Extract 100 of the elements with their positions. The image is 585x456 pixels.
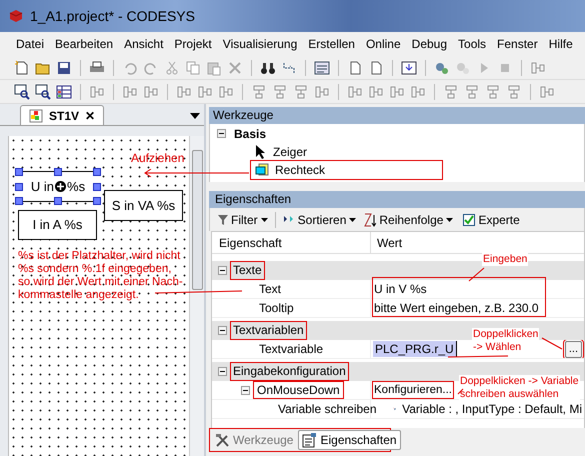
property-sheet-icon bbox=[302, 432, 318, 448]
menu-item[interactable]: Visualisierung bbox=[222, 35, 298, 53]
annotation-text: %s ist der Platzhalter, wird nicht %s sondern %.1f eingegeben, so wird der Wert mit einer Nach- kommastelle angezeigt. bbox=[18, 250, 183, 302]
menu-item[interactable]: Tools bbox=[458, 35, 486, 53]
expert-checkbox[interactable] bbox=[463, 214, 476, 226]
pointer-icon bbox=[255, 145, 267, 159]
rectangle-icon bbox=[255, 163, 269, 177]
text-rectangle[interactable]: I in A %s bbox=[18, 210, 97, 240]
download-icon[interactable] bbox=[401, 60, 417, 76]
align-icon[interactable] bbox=[530, 60, 546, 76]
scrollbar[interactable] bbox=[189, 136, 204, 456]
annotation-callout: Doppelklicken -> Variable schreiben auswählen bbox=[459, 375, 580, 401]
property-value[interactable]: U in V %s bbox=[373, 280, 427, 298]
annotation-callout: Eingeben bbox=[482, 253, 528, 266]
property-name: Variable schreiben bbox=[277, 401, 378, 417]
collapse-icon[interactable] bbox=[218, 367, 227, 376]
resize-handle[interactable] bbox=[54, 168, 62, 176]
align-icon[interactable] bbox=[539, 84, 555, 100]
cross-icon[interactable] bbox=[227, 60, 243, 76]
collapse-icon[interactable] bbox=[217, 129, 226, 138]
property-value: Variable : , InputType : Default, Mi bbox=[402, 401, 582, 418]
menu-item[interactable]: Online bbox=[366, 35, 401, 53]
group-label[interactable]: Texte bbox=[231, 262, 264, 279]
app-icon bbox=[8, 9, 24, 23]
filter-icon bbox=[218, 214, 228, 224]
menu-item[interactable]: Fenster bbox=[497, 35, 538, 53]
menu-item[interactable]: Bearbeiten bbox=[55, 35, 114, 53]
sort-order-icon bbox=[364, 212, 376, 226]
editor-tab[interactable]: ST1V ✕ bbox=[20, 105, 104, 125]
property-name: Text bbox=[258, 281, 282, 297]
zoom-icon[interactable] bbox=[14, 84, 30, 100]
align-icon[interactable] bbox=[347, 84, 363, 100]
property-name: Textvariable bbox=[258, 341, 324, 357]
collapse-icon[interactable] bbox=[218, 266, 227, 275]
align-icon[interactable] bbox=[389, 84, 405, 100]
menu-item[interactable]: Projekt bbox=[174, 35, 212, 53]
panel-header: Eigenschaften bbox=[209, 191, 585, 208]
tool-item[interactable]: Zeiger bbox=[251, 143, 442, 161]
panel-tab[interactable]: Werkzeuge bbox=[212, 430, 296, 450]
close-icon[interactable]: ✕ bbox=[85, 106, 96, 124]
property-name: Tooltip bbox=[258, 300, 295, 316]
collapse-icon[interactable] bbox=[241, 386, 250, 394]
menu-item[interactable]: Debug bbox=[412, 35, 448, 53]
column-header[interactable]: Eigenschaft bbox=[212, 232, 371, 254]
sort-dropdown[interactable]: Sortieren bbox=[282, 210, 356, 228]
element-text: U in bbox=[30, 178, 54, 196]
menu-item[interactable]: Ansicht bbox=[124, 35, 164, 53]
align-vertical-icon[interactable] bbox=[485, 84, 501, 100]
resize-handle[interactable] bbox=[54, 197, 62, 205]
checkbox-label: Experte bbox=[478, 212, 520, 228]
menu-item[interactable]: Datei bbox=[16, 35, 44, 53]
property-name: OnMouseDown bbox=[254, 382, 343, 398]
align-vertical-icon[interactable] bbox=[272, 84, 288, 100]
copy-icon[interactable] bbox=[185, 60, 201, 76]
collapse-icon[interactable] bbox=[218, 326, 227, 335]
property-value[interactable]: bitte Wert eingeben, z.B. 230.0 bbox=[373, 299, 539, 317]
window-title: 1_A1.project* - CODESYS bbox=[30, 6, 195, 26]
clipboard-icon[interactable] bbox=[314, 60, 330, 76]
panel-tab[interactable]: Eigenschaften bbox=[298, 430, 401, 450]
menu-item[interactable]: Erstellen bbox=[308, 35, 355, 53]
panel-header: Werkzeuge bbox=[209, 107, 585, 124]
zoom-icon[interactable] bbox=[35, 84, 51, 100]
text-rectangle[interactable]: S in VA %s bbox=[104, 190, 183, 221]
new-file-icon[interactable] bbox=[14, 60, 30, 76]
align-icon[interactable] bbox=[218, 84, 234, 100]
column-header[interactable]: Wert bbox=[371, 232, 584, 254]
browse-button[interactable]: ... bbox=[564, 340, 582, 358]
caret-icon[interactable] bbox=[446, 218, 454, 222]
group-label[interactable]: Basis bbox=[234, 124, 266, 142]
table-icon[interactable] bbox=[56, 84, 72, 100]
order-dropdown[interactable]: Reihenfolge bbox=[364, 210, 454, 228]
save-icon[interactable] bbox=[56, 60, 72, 76]
align-vertical-icon[interactable] bbox=[293, 84, 309, 100]
group-label[interactable]: Textvariablen bbox=[231, 322, 306, 339]
element-text: %s bbox=[67, 178, 86, 196]
caret-icon[interactable] bbox=[260, 218, 268, 222]
filter-dropdown[interactable]: Filter bbox=[218, 210, 268, 228]
align-icon[interactable] bbox=[176, 84, 192, 100]
property-value[interactable]: PLC_PRG.r_U bbox=[373, 341, 457, 357]
visualization-icon bbox=[29, 108, 43, 122]
align-icon[interactable] bbox=[122, 84, 138, 100]
element-text: I in A %s bbox=[32, 216, 82, 234]
align-vertical-icon[interactable] bbox=[506, 84, 522, 100]
align-icon[interactable] bbox=[314, 84, 330, 100]
configure-link[interactable]: Konfigurieren... bbox=[373, 382, 453, 398]
align-vertical-icon[interactable] bbox=[464, 84, 480, 100]
align-vertical-icon[interactable] bbox=[251, 84, 267, 100]
scissors-icon[interactable] bbox=[164, 60, 180, 76]
align-icon[interactable] bbox=[143, 84, 159, 100]
menu-item[interactable]: Hilfe bbox=[548, 35, 573, 53]
paste-icon[interactable] bbox=[206, 60, 222, 76]
align-vertical-icon[interactable] bbox=[443, 84, 459, 100]
align-icon[interactable] bbox=[197, 84, 213, 100]
align-icon[interactable] bbox=[410, 84, 426, 100]
element-text: S in VA %s bbox=[112, 196, 176, 215]
caret-icon[interactable] bbox=[349, 218, 356, 222]
dropdown-arrow-icon[interactable] bbox=[190, 113, 200, 119]
tool-item[interactable]: Rechteck bbox=[251, 161, 442, 179]
align-icon[interactable] bbox=[368, 84, 384, 100]
align-icon[interactable] bbox=[89, 84, 105, 100]
